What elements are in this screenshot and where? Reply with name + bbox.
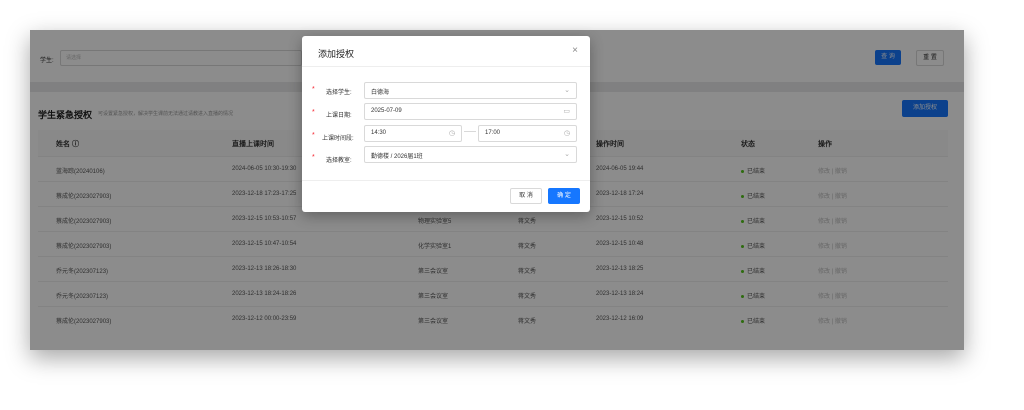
classroom-field-label: 选择教室: [326,158,352,164]
end-time-value: 17:00 [485,130,501,136]
clock-icon: ◷ [563,130,570,137]
end-time-picker[interactable]: 17:00 ◷ [478,125,577,142]
clock-icon: ◷ [448,130,455,137]
student-field-label: 选择学生: [326,90,352,96]
cancel-button[interactable]: 取 消 [510,188,542,204]
student-select[interactable]: 白德海 ⌄ [364,82,577,99]
start-time-picker[interactable]: 14:30 ◷ [364,125,462,142]
chevron-down-icon: ⌄ [564,151,570,158]
chevron-down-icon: ⌄ [564,87,570,94]
modal-title: 添加授权 [318,49,355,59]
required-mark: * [312,86,315,93]
calendar-icon: ▭ [563,108,570,115]
time-range-separator: —— [464,129,476,135]
confirm-button[interactable]: 确 定 [548,188,580,204]
required-mark: * [312,154,315,161]
date-field-label: 上课日期: [326,113,352,119]
date-value: 2025-07-09 [371,108,402,114]
required-mark: * [312,132,315,139]
modal-footer-divider [302,180,590,181]
start-time-value: 14:30 [371,130,387,136]
add-authorization-modal: 添加授权 × * 选择学生: 白德海 ⌄ * 上课日期: 2025-07-09 … [302,36,590,212]
close-icon[interactable]: × [572,45,578,56]
required-mark: * [312,109,315,116]
time-range-label: 上课时间段: [322,136,354,142]
modal-divider [302,66,590,67]
classroom-value: 勤德楼 / 2026届1班 [371,154,423,160]
date-picker[interactable]: 2025-07-09 ▭ [364,103,577,120]
classroom-cascader[interactable]: 勤德楼 / 2026届1班 ⌄ [364,146,577,163]
student-select-value: 白德海 [371,90,390,96]
